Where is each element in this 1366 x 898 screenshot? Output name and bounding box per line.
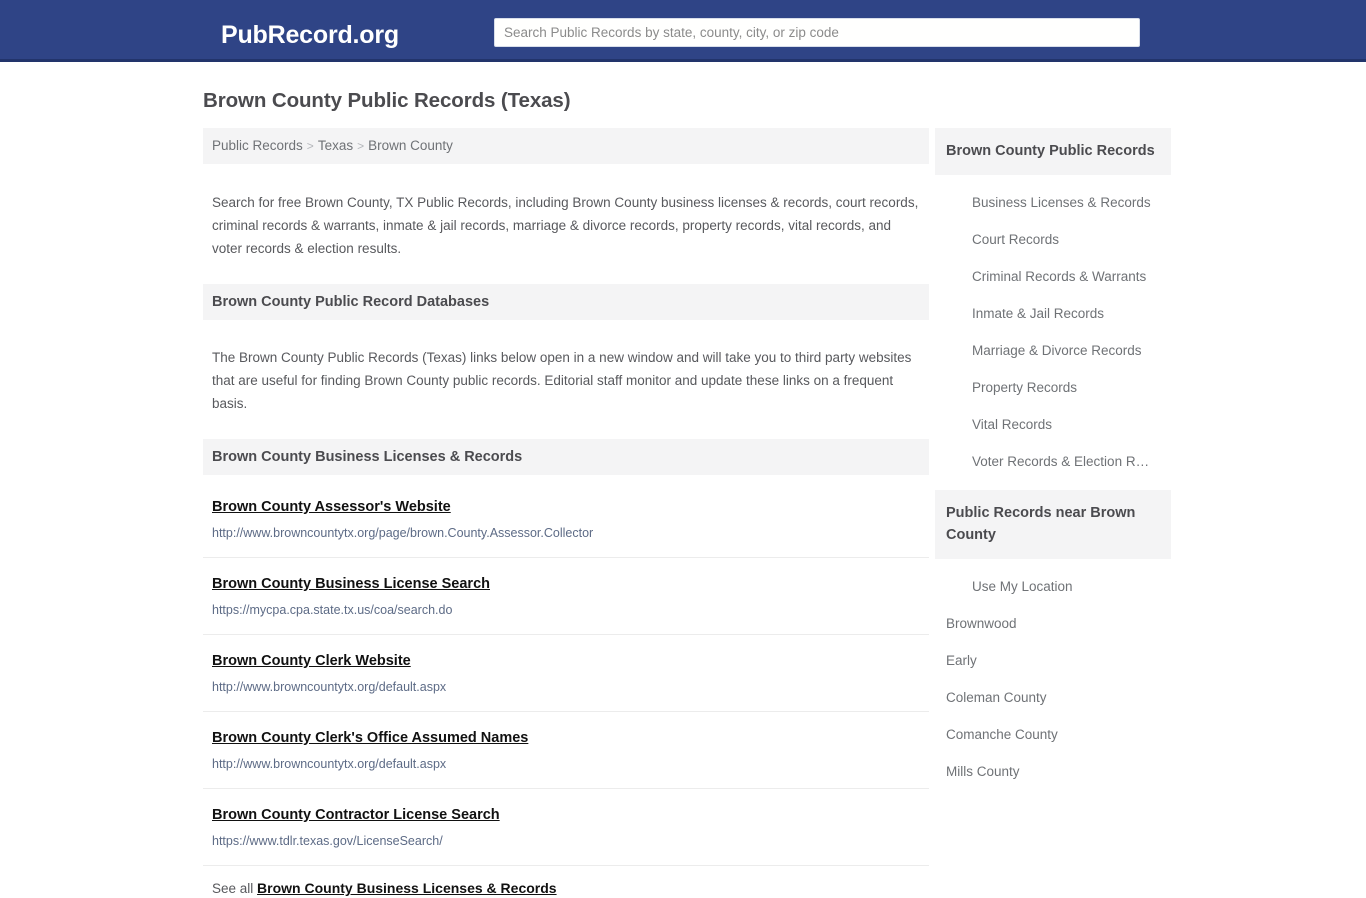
sidebar-item-voter-records[interactable]: Voter Records & Election R…	[935, 443, 1171, 480]
list-item: Brown County Clerk's Office Assumed Name…	[203, 712, 929, 789]
record-link-title[interactable]: Brown County Assessor's Website	[212, 498, 451, 517]
sidebar-box-nearby: Public Records near Brown County Use My …	[935, 490, 1171, 790]
record-link-url[interactable]: http://www.browncountytx.org/page/brown.…	[212, 525, 929, 542]
databases-note: The Brown County Public Records (Texas) …	[212, 350, 912, 411]
sidebar-nearby-list: Use My Location Brownwood Early Coleman …	[935, 559, 1171, 790]
sidebar-item-brownwood[interactable]: Brownwood	[935, 605, 1171, 642]
list-item: Brown County Assessor's Website http://w…	[203, 478, 929, 558]
sidebar-item-comanche-county[interactable]: Comanche County	[935, 716, 1171, 753]
see-all-prefix: See all	[212, 881, 254, 896]
sidebar-heading-nearby: Public Records near Brown County	[935, 490, 1171, 559]
list-item: Brown County Clerk Website http://www.br…	[203, 635, 929, 712]
content-container: Brown County Public Records (Texas) Publ…	[196, 62, 1171, 896]
site-logo[interactable]: PubRecord.org	[221, 19, 399, 51]
sidebar-item-business-licenses[interactable]: Business Licenses & Records	[935, 184, 1171, 221]
list-item: Brown County Business License Search htt…	[203, 558, 929, 635]
sidebar-box-records: Brown County Public Records Business Lic…	[935, 128, 1171, 480]
record-link-title[interactable]: Brown County Clerk Website	[212, 652, 411, 671]
sidebar-heading-records: Brown County Public Records	[935, 128, 1171, 175]
section-heading-business-licenses: Brown County Business Licenses & Records	[203, 439, 929, 475]
sidebar-item-court-records[interactable]: Court Records	[935, 221, 1171, 258]
sidebar-item-use-my-location[interactable]: Use My Location	[935, 568, 1171, 605]
sidebar-records-list: Business Licenses & Records Court Record…	[935, 175, 1171, 480]
breadcrumb-separator-icon: >	[306, 139, 314, 153]
sidebar-item-coleman-county[interactable]: Coleman County	[935, 679, 1171, 716]
record-link-url[interactable]: http://www.browncountytx.org/default.asp…	[212, 679, 929, 696]
main-column: Public Records > Texas > Brown County Search…	[203, 128, 929, 898]
section-heading-databases: Brown County Public Record Databases	[203, 283, 929, 320]
search-box	[494, 18, 1140, 47]
sidebar-item-inmate-jail-records[interactable]: Inmate & Jail Records	[935, 295, 1171, 332]
breadcrumb: Public Records > Texas > Brown County	[203, 128, 929, 164]
breadcrumb-separator-icon: >	[357, 139, 365, 153]
record-link-title[interactable]: Brown County Business License Search	[212, 575, 490, 594]
see-all-row: See all Brown County Business Licenses &…	[203, 866, 929, 898]
sidebar: Brown County Public Records Business Lic…	[935, 128, 1171, 800]
list-item: Brown County Contractor License Search h…	[203, 789, 929, 866]
record-link-url[interactable]: http://www.browncountytx.org/default.asp…	[212, 756, 929, 773]
business-links-list: Brown County Assessor's Website http://w…	[203, 478, 929, 866]
breadcrumb-item-brown-county[interactable]: Brown County	[368, 138, 453, 153]
sidebar-item-mills-county[interactable]: Mills County	[935, 753, 1171, 790]
breadcrumb-item-texas[interactable]: Texas	[318, 138, 353, 153]
sidebar-item-property-records[interactable]: Property Records	[935, 369, 1171, 406]
see-all-link[interactable]: Brown County Business Licenses & Records	[257, 880, 557, 896]
intro-paragraph: Search for free Brown County, TX Public …	[212, 194, 919, 256]
sidebar-item-early[interactable]: Early	[935, 642, 1171, 679]
search-input[interactable]	[494, 18, 1140, 47]
record-link-url[interactable]: https://mycpa.cpa.state.tx.us/coa/search…	[212, 602, 929, 619]
record-link-url[interactable]: https://www.tdlr.texas.gov/LicenseSearch…	[212, 833, 929, 850]
record-link-title[interactable]: Brown County Clerk's Office Assumed Name…	[212, 729, 528, 748]
site-header: PubRecord.org	[0, 0, 1366, 62]
record-link-title[interactable]: Brown County Contractor License Search	[212, 806, 500, 825]
page-body: Brown County Public Records (Texas) Publ…	[0, 62, 1366, 896]
sidebar-item-marriage-divorce-records[interactable]: Marriage & Divorce Records	[935, 332, 1171, 369]
sidebar-item-criminal-records[interactable]: Criminal Records & Warrants	[935, 258, 1171, 295]
sidebar-item-vital-records[interactable]: Vital Records	[935, 406, 1171, 443]
breadcrumb-item-public-records[interactable]: Public Records	[212, 138, 303, 153]
page-title: Brown County Public Records (Texas)	[203, 89, 571, 112]
